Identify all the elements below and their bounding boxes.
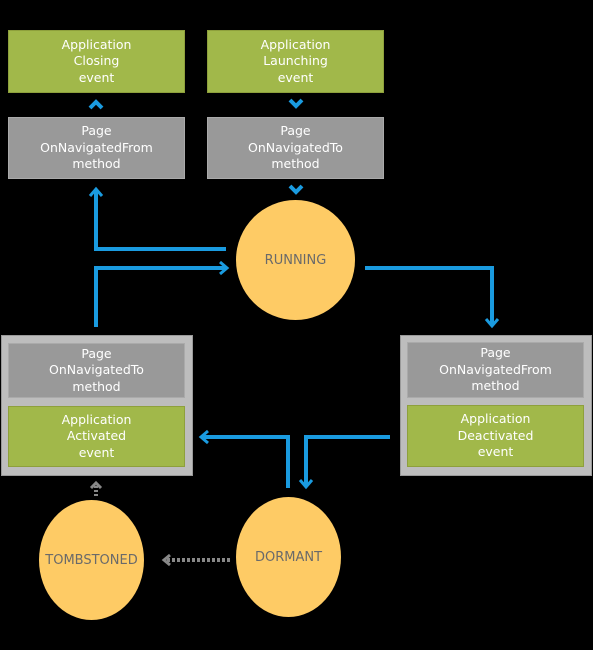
arrow-running-to-suspend [365,266,494,325]
arrow-dormant-to-resume [202,435,290,488]
chevron-down-icon [288,98,304,109]
arrows [88,98,500,567]
arrow-running-to-navfrom [94,190,226,251]
chevron-up-icon [88,99,104,110]
chevron-down-icon [288,184,304,195]
arrow-resume-to-running [94,266,226,327]
arrow-suspend-to-dormant [304,435,390,486]
